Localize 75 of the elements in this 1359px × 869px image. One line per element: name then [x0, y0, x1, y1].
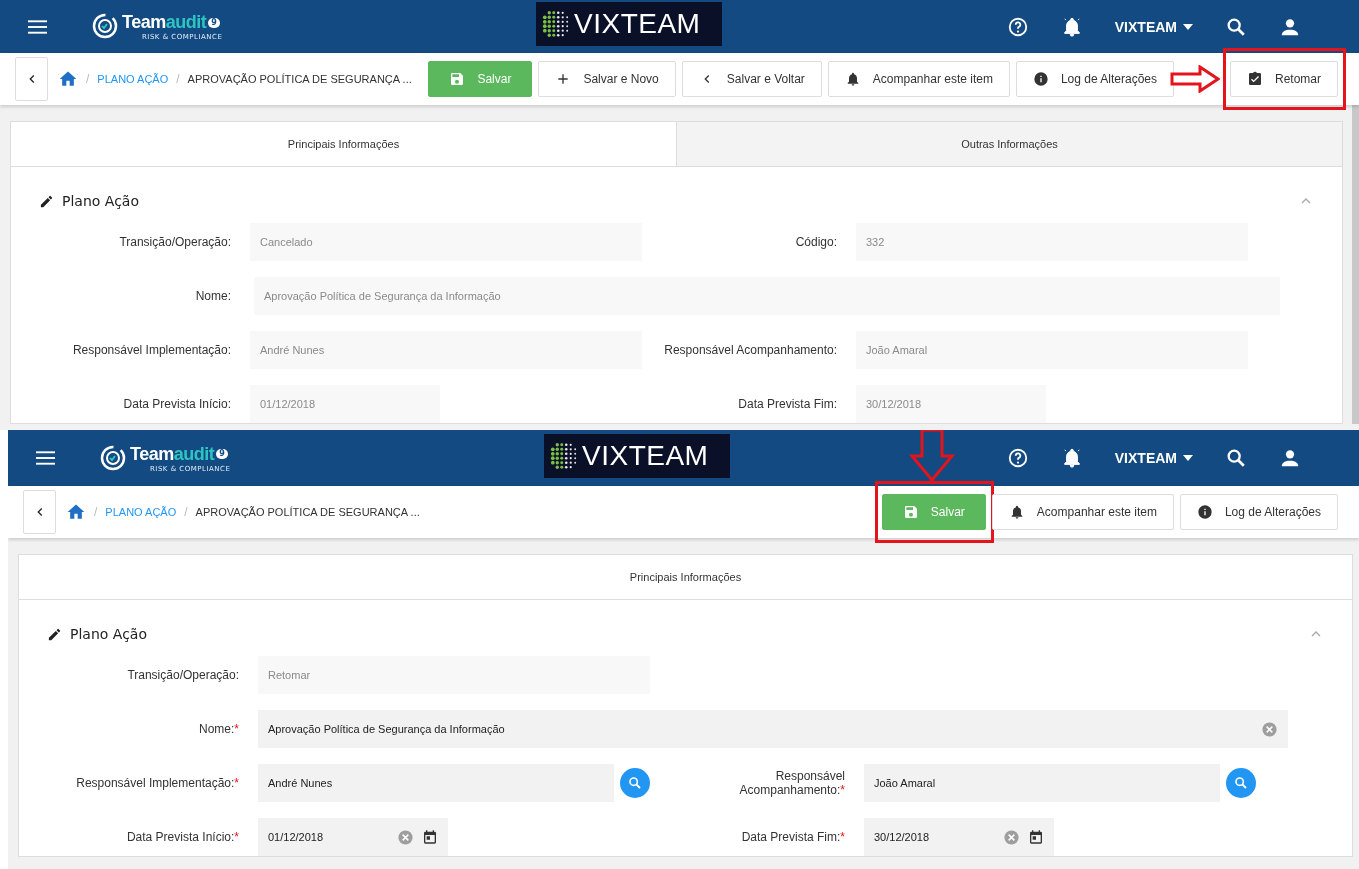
brand-name-accent: audit — [173, 443, 215, 465]
cloud-badge: 9 — [208, 17, 220, 28]
calendar-icon[interactable] — [422, 829, 438, 845]
breadcrumb-separator: / — [94, 505, 98, 519]
logo-text: VIXTEAM — [582, 440, 709, 472]
info-icon — [1032, 71, 1049, 87]
brand-name-accent: audit — [165, 12, 207, 33]
tab[interactable]: Outras Informações — [676, 122, 1342, 166]
field-label: Responsável Implementação:* — [75, 776, 239, 790]
cloud-badge: 9 — [216, 449, 228, 459]
field-label: Código: — [794, 235, 837, 249]
field-label: Nome:* — [198, 722, 239, 736]
brand-name: Team — [130, 443, 174, 465]
home-icon[interactable] — [66, 502, 86, 522]
brand-name: Team — [122, 12, 166, 33]
account-dropdown[interactable]: VIXTEAM — [1114, 450, 1193, 466]
logo-text: VIXTEAM — [574, 8, 701, 40]
action-button[interactable]: Log de Alterações — [1015, 61, 1174, 97]
field-label: Data Prevista Início:* — [125, 830, 239, 844]
pencil-icon — [39, 193, 54, 209]
search-icon[interactable] — [1225, 447, 1247, 469]
scrollbar[interactable] — [1352, 105, 1359, 424]
clipboard-check-icon — [1247, 71, 1263, 87]
field-label: Responsável Implementação: — [71, 343, 231, 357]
section-title: Plano Ação — [70, 626, 147, 642]
help-icon[interactable] — [1006, 447, 1029, 469]
save-icon — [902, 504, 919, 520]
action-button[interactable]: Acompanhar este item — [827, 61, 1010, 97]
action-button[interactable]: Salvar e Novo — [538, 61, 676, 97]
breadcrumb-separator: / — [184, 505, 188, 519]
action-button[interactable]: Log de Alterações — [1179, 494, 1338, 530]
menu-icon[interactable] — [28, 19, 47, 34]
field-label: Responsável Acompanhamento:* — [738, 769, 845, 797]
search-icon — [627, 775, 643, 791]
action-button[interactable]: Retomar — [1230, 61, 1338, 97]
search-button[interactable] — [620, 768, 650, 798]
field-label: Data Prevista Fim: — [737, 397, 837, 411]
field-label: Transição/Operação: — [126, 668, 239, 682]
user-icon[interactable] — [1279, 447, 1301, 469]
action-button[interactable]: Salvar e Voltar — [681, 61, 822, 97]
breadcrumb-current: APROVAÇÃO POLÍTICA DE SEGURANÇA ... — [195, 506, 420, 518]
logo-icon — [91, 12, 119, 40]
help-icon[interactable] — [1006, 15, 1029, 38]
search-icon — [1233, 775, 1249, 791]
input-field[interactable]: André Nunes — [258, 764, 614, 802]
field-label: Responsável Acompanhamento: — [663, 343, 837, 357]
clear-icon[interactable] — [1003, 828, 1020, 846]
breadcrumb-current: APROVAÇÃO POLÍTICA DE SEGURANÇA ... — [187, 73, 412, 85]
save-icon — [449, 71, 466, 87]
clear-icon[interactable] — [1261, 720, 1278, 738]
calendar-icon[interactable] — [1028, 829, 1044, 845]
clear-icon[interactable] — [397, 828, 414, 846]
field-label: Transição/Operação: — [118, 235, 231, 249]
menu-icon[interactable] — [36, 451, 55, 465]
field-label: Data Prevista Fim:* — [740, 830, 845, 844]
dot-sphere-icon — [542, 10, 570, 38]
input-field[interactable]: João Amaral — [864, 764, 1220, 802]
input-field[interactable]: 30/12/2018 — [864, 818, 1054, 856]
input-field[interactable]: 01/12/2018 — [258, 818, 448, 856]
section-title: Plano Ação — [62, 193, 139, 209]
action-button[interactable]: Acompanhar este item — [991, 494, 1174, 530]
search-button[interactable] — [1226, 768, 1256, 798]
breadcrumb-separator: / — [86, 72, 90, 86]
field-label: Data Prevista Início: — [122, 397, 231, 411]
account-dropdown[interactable]: VIXTEAM — [1114, 18, 1193, 35]
logo-icon — [99, 443, 127, 472]
pencil-icon — [47, 626, 62, 642]
dot-sphere-icon — [550, 442, 578, 470]
caret-icon — [1183, 455, 1193, 461]
caret-icon — [1183, 23, 1193, 30]
breadcrumb-separator: / — [176, 72, 180, 86]
home-icon[interactable] — [58, 69, 78, 89]
input-field[interactable]: Aprovação Política de Segurança da Informação — [258, 710, 1288, 748]
info-icon — [1196, 504, 1213, 520]
field-label: Nome: — [194, 289, 231, 303]
